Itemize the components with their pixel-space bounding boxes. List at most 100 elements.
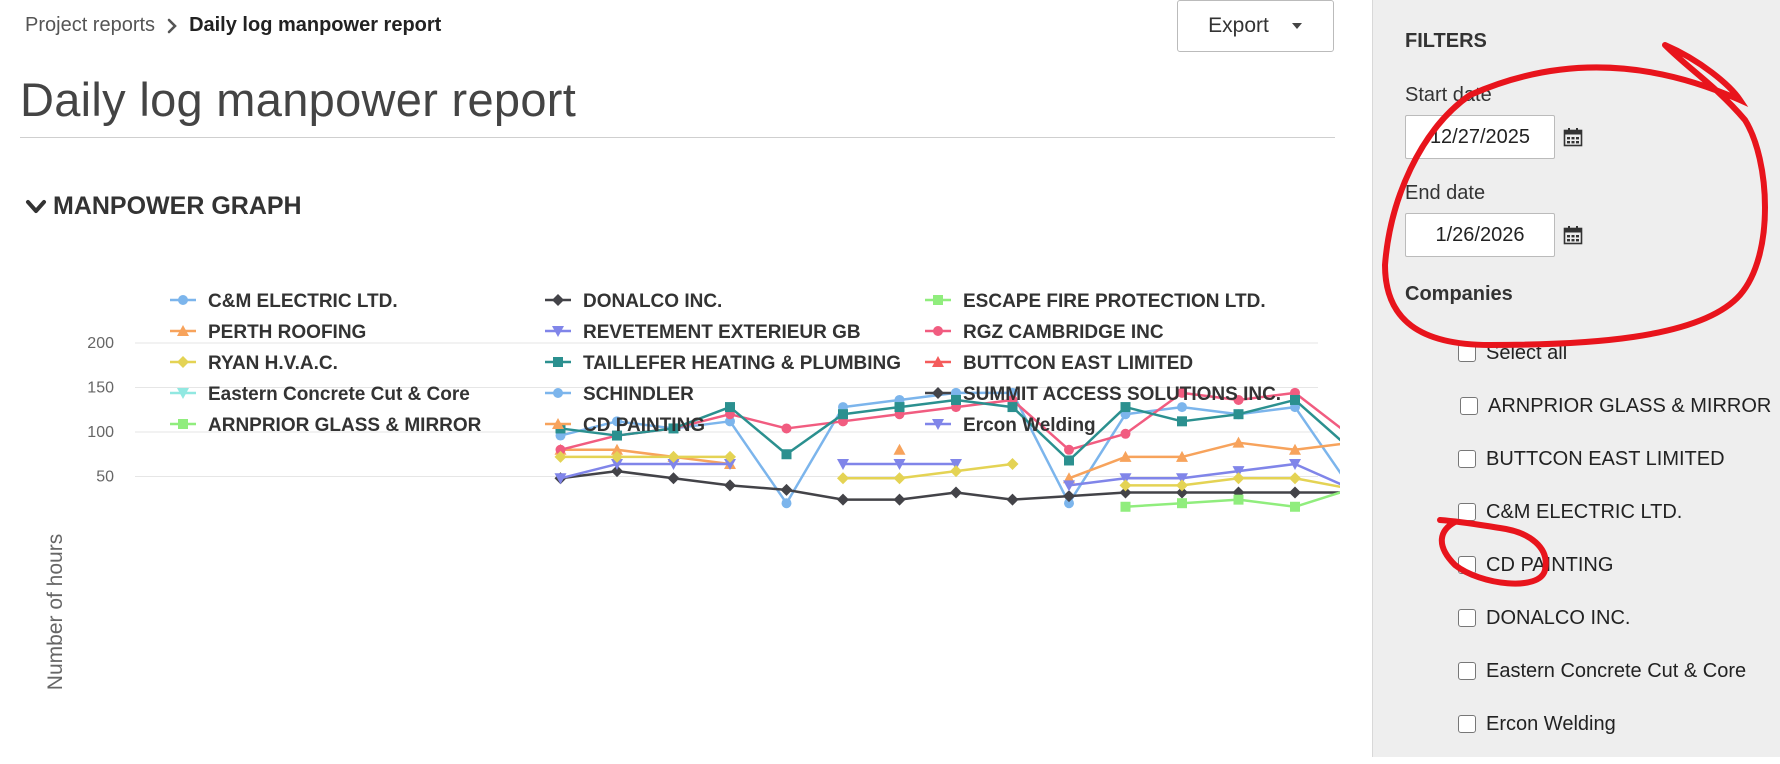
- data-point: [1006, 458, 1019, 471]
- company-option-label: CD PAINTING: [1486, 554, 1614, 576]
- company-option-cm-electric[interactable]: C&M ELECTRIC LTD.: [1458, 499, 1778, 525]
- legend-marker: [178, 419, 188, 429]
- legend-marker: [932, 387, 944, 399]
- page-title: Daily log manpower report: [20, 73, 577, 126]
- y-tick-label: 50: [96, 469, 114, 486]
- legend-label: RGZ CAMBRIDGE INC: [963, 322, 1164, 343]
- series-line: [1125, 477, 1340, 489]
- breadcrumb-project-reports-link[interactable]: Project reports: [25, 14, 155, 37]
- data-point: [893, 493, 906, 506]
- company-option-label: Select all: [1486, 342, 1568, 364]
- breadcrumb-current: Daily log manpower report: [189, 14, 442, 36]
- title-divider: [20, 137, 1335, 138]
- legend-label: SUMMIT ACCESS SOLUTIONS INC.: [963, 384, 1281, 405]
- checkbox[interactable]: [1458, 556, 1476, 574]
- company-option-label: BUTTCON EAST LIMITED: [1486, 448, 1725, 470]
- legend-label: PERTH ROOFING: [208, 322, 366, 343]
- company-option-eastern-concrete[interactable]: Eastern Concrete Cut & Core: [1458, 658, 1778, 684]
- company-option-label: ARNPRIOR GLASS & MIRROR: [1460, 393, 1771, 419]
- legend-label: RYAN H.V.A.C.: [208, 353, 338, 374]
- y-tick-label: 200: [87, 335, 114, 352]
- checkbox[interactable]: [1458, 344, 1476, 362]
- company-option-select-all[interactable]: Select all: [1458, 340, 1778, 366]
- data-point: [950, 486, 962, 499]
- company-option-label: DONALCO INC.: [1486, 607, 1631, 629]
- legend-item: PERTH ROOFING: [170, 322, 366, 343]
- filters-sidebar: FILTERS Start date End date Companies Se…: [1372, 0, 1780, 757]
- start-date-label: Start date: [1405, 84, 1492, 106]
- checkbox[interactable]: [1458, 450, 1476, 468]
- end-date-label: End date: [1405, 182, 1486, 204]
- legend-marker: [178, 295, 188, 305]
- data-point: [1289, 486, 1301, 499]
- company-option-label: C&M ELECTRIC LTD.: [1486, 501, 1683, 523]
- legend-item: ARNPRIOR GLASS & MIRROR: [170, 415, 482, 436]
- legend-marker: [553, 357, 563, 367]
- legend-label: C&M ELECTRIC LTD.: [208, 291, 398, 312]
- manpower-graph-toggle[interactable]: MANPOWER GRAPH: [25, 192, 302, 221]
- legend-marker: [552, 294, 564, 306]
- legend-marker: [553, 388, 563, 398]
- calendar-icon[interactable]: [1563, 225, 1583, 245]
- data-point: [781, 498, 792, 509]
- breadcrumb: Project reports Daily log manpower repor…: [25, 14, 441, 37]
- data-point: [893, 443, 906, 455]
- data-point: [1006, 493, 1019, 506]
- legend-item: ESCAPE FIRE PROTECTION LTD.: [925, 291, 1266, 312]
- data-point: [724, 479, 736, 492]
- company-option-text: ARNPRIOR GLASS & MIRROR: [1488, 395, 1772, 417]
- checkbox[interactable]: [1458, 503, 1476, 521]
- series-line: [560, 469, 1340, 501]
- chevron-down-icon: [25, 199, 47, 215]
- data-point: [725, 402, 735, 413]
- data-point: [1290, 394, 1300, 405]
- legend-item: RYAN H.V.A.C.: [170, 353, 338, 374]
- legend-item: REVETEMENT EXTERIEUR GB: [545, 322, 861, 343]
- checkbox[interactable]: [1460, 397, 1478, 415]
- legend-label: Ercon Welding: [963, 415, 1096, 436]
- legend-item: TAILLEFER HEATING & PLUMBING: [545, 353, 901, 374]
- export-button[interactable]: Export: [1177, 0, 1334, 52]
- data-point: [893, 472, 906, 485]
- company-option-cd-painting[interactable]: CD PAINTING: [1458, 552, 1778, 578]
- legend-label: REVETEMENT EXTERIEUR GB: [583, 322, 861, 343]
- checkbox[interactable]: [1458, 662, 1476, 680]
- section-title: MANPOWER GRAPH: [53, 192, 302, 220]
- legend-item: Eastern Concrete Cut & Core: [170, 384, 470, 405]
- legend-label: DONALCO INC.: [583, 291, 722, 312]
- start-date-input[interactable]: [1405, 115, 1555, 159]
- legend-label: SCHINDLER: [583, 384, 694, 405]
- checkbox[interactable]: [1458, 715, 1476, 733]
- legend-item: SUMMIT ACCESS SOLUTIONS INC.: [925, 384, 1281, 405]
- legend-item: RGZ CAMBRIDGE INC: [925, 322, 1164, 343]
- data-point: [1177, 498, 1187, 509]
- data-point: [951, 394, 961, 405]
- legend-item: Ercon Welding: [925, 415, 1096, 436]
- data-point: [1064, 444, 1074, 455]
- data-point: [781, 423, 792, 434]
- company-option-donalco[interactable]: DONALCO INC.: [1458, 605, 1778, 631]
- data-point: [894, 402, 905, 413]
- data-point: [781, 449, 792, 460]
- end-date-input[interactable]: [1405, 213, 1555, 257]
- calendar-icon[interactable]: [1563, 127, 1583, 147]
- legend-item: DONALCO INC.: [545, 291, 722, 312]
- legend-label: ARNPRIOR GLASS & MIRROR: [208, 415, 482, 436]
- company-option-ercon-welding[interactable]: Ercon Welding: [1458, 711, 1778, 737]
- legend-label: Eastern Concrete Cut & Core: [208, 384, 470, 405]
- y-axis-title: Number of hours: [44, 534, 67, 690]
- data-point: [1120, 428, 1131, 439]
- data-point: [1290, 501, 1300, 512]
- company-option-arnprior[interactable]: ARNPRIOR GLASS & MIRROR: [1450, 393, 1778, 419]
- data-point: [837, 472, 849, 485]
- y-tick-label: 100: [87, 424, 114, 441]
- checkbox[interactable]: [1458, 609, 1476, 627]
- data-point: [950, 465, 962, 478]
- data-point: [837, 493, 849, 506]
- data-point: [1119, 479, 1132, 492]
- company-option-buttcon[interactable]: BUTTCON EAST LIMITED: [1458, 446, 1778, 472]
- manpower-line-chart: 50 100 150 200 Number of hours C&M ELECTRIC L…: [44, 291, 1340, 690]
- company-checkbox-list: Select all ARNPRIOR GLASS & MIRROR BUTTC…: [1458, 340, 1778, 764]
- main-content: Project reports Daily log manpower repor…: [0, 0, 1372, 757]
- legend-label: BUTTCON EAST LIMITED: [963, 353, 1193, 374]
